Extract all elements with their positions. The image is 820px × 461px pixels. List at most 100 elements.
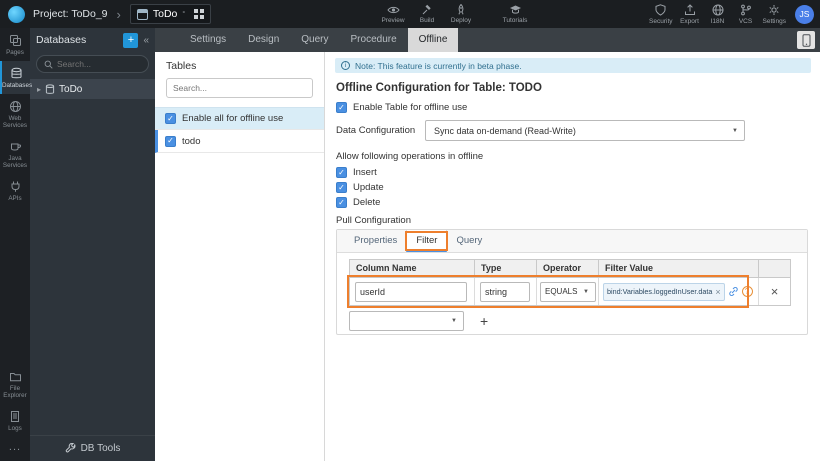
wrench-icon	[65, 443, 76, 454]
tree-expand-icon[interactable]: ▸	[37, 85, 41, 94]
cell-column-name	[350, 278, 475, 305]
clear-binding-icon[interactable]: ×	[715, 287, 720, 297]
databases-search-input[interactable]	[57, 59, 137, 69]
pull-tabs-strip: Properties Filter Query	[337, 230, 807, 253]
settings-button[interactable]: Settings	[762, 4, 787, 25]
beta-note-text: Note: This feature is currently in beta …	[355, 60, 522, 71]
preview-button[interactable]: Preview	[378, 5, 408, 24]
operation-delete-row: Delete	[336, 197, 380, 208]
vcs-button[interactable]: VCS	[735, 4, 757, 25]
pull-tab-filter[interactable]: Filter	[405, 230, 449, 252]
deploy-button[interactable]: Deploy	[446, 4, 476, 24]
sidebar-item-logs[interactable]: Logs	[0, 404, 30, 437]
update-checkbox[interactable]	[336, 182, 347, 193]
header-type: Type	[475, 260, 537, 277]
header-operator: Operator	[537, 260, 599, 277]
apps-grid-icon[interactable]	[194, 9, 205, 19]
chevron-right-icon: ›	[116, 6, 121, 22]
security-label: Security	[649, 17, 673, 25]
add-database-button[interactable]: +	[123, 32, 139, 48]
sidebar-item-apis[interactable]: APIs	[0, 174, 30, 207]
tab-query[interactable]: Query	[290, 28, 339, 52]
build-button[interactable]: Build	[412, 4, 442, 24]
enable-all-label: Enable all for offline use	[182, 113, 284, 124]
remove-row-icon[interactable]: ×	[771, 284, 779, 299]
logs-icon	[9, 410, 21, 423]
export-button[interactable]: Export	[679, 3, 701, 25]
rail-overflow-button[interactable]: ...	[9, 437, 21, 461]
settings-label: Settings	[762, 17, 787, 25]
i18n-button[interactable]: I18N	[707, 4, 729, 25]
sidebar-item-file-explorer[interactable]: File Explorer	[0, 365, 30, 404]
data-configuration-select[interactable]: Sync data on-demand (Read-Write)	[425, 120, 745, 141]
bind-expression-token[interactable]: bind:Variables.loggedInUser.data ×	[603, 282, 725, 301]
cell-type	[475, 278, 537, 305]
user-avatar[interactable]: JS	[795, 4, 814, 24]
java-services-label: Java Services	[2, 155, 28, 169]
insert-label: Insert	[353, 167, 377, 178]
database-tree-item-todo[interactable]: ▸ ToDo	[30, 79, 155, 99]
databases-search[interactable]	[36, 55, 149, 73]
enable-all-checkbox[interactable]	[165, 113, 176, 124]
enable-table-label: Enable Table for offline use	[353, 102, 468, 113]
database-icon	[10, 67, 23, 80]
wavemaker-logo-icon[interactable]	[8, 5, 25, 23]
beta-note-banner: Note: This feature is currently in beta …	[335, 58, 811, 73]
device-preview-button[interactable]	[797, 31, 815, 49]
new-column-select[interactable]	[349, 311, 464, 331]
top-right-nav: Security Export I18N VCS Settings JS	[649, 0, 814, 28]
type-input[interactable]	[480, 281, 530, 302]
db-tools-button[interactable]: DB Tools	[30, 435, 155, 461]
sidebar-item-databases[interactable]: Databases	[0, 61, 33, 94]
tables-search-input[interactable]	[173, 83, 306, 93]
offline-config-panel: Note: This feature is currently in beta …	[325, 52, 820, 461]
insert-checkbox[interactable]	[336, 167, 347, 178]
sidebar-item-pages[interactable]: Pages	[0, 28, 30, 61]
add-row-button[interactable]: +	[480, 314, 488, 328]
databases-label: Databases	[2, 82, 33, 89]
pull-tab-query[interactable]: Query	[447, 230, 491, 252]
pull-tab-properties[interactable]: Properties	[345, 230, 406, 252]
apis-label: APIs	[8, 195, 22, 202]
top-nav: Preview Build Deploy Tutorials	[378, 0, 530, 28]
graduation-cap-icon	[509, 4, 522, 15]
todo-table-checkbox[interactable]	[165, 135, 176, 147]
delete-checkbox[interactable]	[336, 197, 347, 208]
file-explorer-label: File Explorer	[3, 385, 27, 399]
security-button[interactable]: Security	[649, 3, 673, 25]
tables-search[interactable]	[166, 78, 313, 98]
collapse-panel-icon[interactable]: «	[143, 35, 149, 46]
db-tools-label: DB Tools	[80, 443, 121, 454]
top-bar: Project: ToDo_9 › ToDo ° Preview Build D…	[0, 0, 820, 28]
sidebar-item-java-services[interactable]: Java Services	[0, 134, 30, 174]
tab-settings[interactable]: Settings	[179, 28, 237, 52]
database-item-label: ToDo	[59, 83, 83, 95]
table-row-todo[interactable]: todo	[155, 130, 324, 153]
filter-row-userid: EQUALS bind:Variables.loggedInUser.data …	[347, 275, 791, 308]
enable-all-row[interactable]: Enable all for offline use	[155, 107, 324, 130]
export-label: Export	[680, 17, 699, 25]
bind-link-icon[interactable]	[728, 286, 739, 297]
operation-insert-row: Insert	[336, 167, 377, 178]
tab-design[interactable]: Design	[237, 28, 290, 52]
tab-procedure[interactable]: Procedure	[340, 28, 408, 52]
column-name-input[interactable]	[355, 281, 467, 302]
preview-label: Preview	[381, 16, 405, 24]
enable-table-checkbox[interactable]	[336, 102, 347, 113]
folder-icon	[9, 371, 22, 383]
java-services-icon	[9, 140, 22, 153]
sidebar-item-web-services[interactable]: Web Services	[0, 94, 30, 134]
rocket-icon	[455, 4, 467, 15]
hammer-icon	[421, 4, 433, 15]
cell-operator: EQUALS	[537, 278, 599, 305]
app-selector[interactable]: ToDo °	[129, 4, 212, 24]
operator-select[interactable]: EQUALS	[540, 281, 596, 302]
studio-tab-bar: Settings Design Query Procedure Offline	[155, 28, 820, 52]
pull-tab-filter-label: Filter	[416, 235, 438, 246]
cell-actions: ×	[759, 278, 790, 305]
pages-label: Pages	[6, 49, 24, 56]
tutorials-button[interactable]: Tutorials	[500, 4, 530, 24]
help-icon[interactable]: ?	[741, 286, 753, 297]
branch-icon	[740, 4, 752, 16]
tab-offline[interactable]: Offline	[407, 28, 459, 52]
